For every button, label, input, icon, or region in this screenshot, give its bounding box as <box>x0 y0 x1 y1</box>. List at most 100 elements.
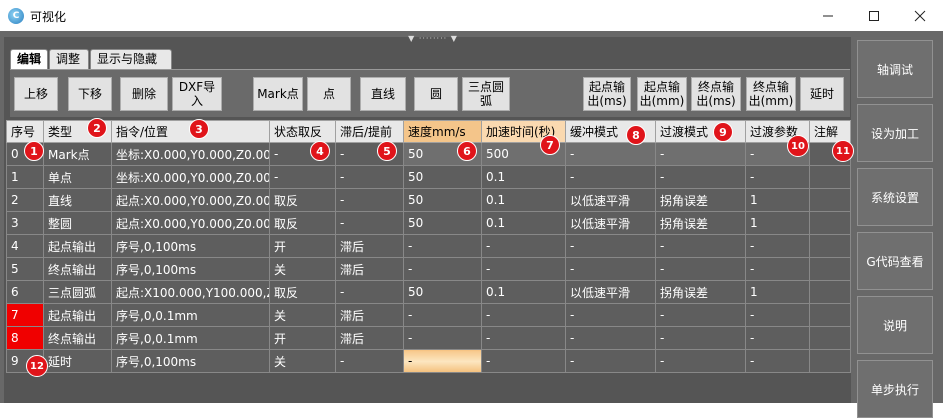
table-row[interactable]: 1 单点 坐标:X0.000,Y0.000,Z0.000- -50 0.1- - - <box>6 165 851 189</box>
table-cell[interactable]: - <box>565 257 656 281</box>
table-cell[interactable]: 开 <box>269 326 336 350</box>
table-cell[interactable]: 滞后 <box>335 326 404 350</box>
minimize-button[interactable] <box>805 0 851 31</box>
table-cell[interactable]: - <box>335 349 404 373</box>
table-cell[interactable]: - <box>565 326 656 350</box>
table-row[interactable]: 4 起点输出 序号,0,100ms 开滞后 - - - - - <box>6 234 851 258</box>
table-cell[interactable]: - <box>565 303 656 327</box>
table-cell[interactable]: - <box>655 303 746 327</box>
help-button[interactable]: 说明 <box>857 296 933 354</box>
table-cell[interactable] <box>809 234 851 258</box>
table-cell[interactable]: - <box>481 326 566 350</box>
table-cell[interactable]: - <box>655 326 746 350</box>
table-cell[interactable]: 1 <box>745 211 810 235</box>
col-header-index[interactable]: 序号 <box>6 120 44 143</box>
table-cell[interactable] <box>809 349 851 373</box>
table-cell[interactable]: 50 <box>403 211 482 235</box>
table-cell[interactable]: - <box>655 165 746 189</box>
table-row[interactable]: 5 终点输出 序号,0,100ms 关滞后 - - - - - <box>6 257 851 281</box>
move-up-button[interactable]: 上移 <box>14 77 58 111</box>
table-cell[interactable]: - <box>565 165 656 189</box>
close-button[interactable] <box>897 0 943 31</box>
table-cell[interactable]: - <box>745 349 810 373</box>
table-cell[interactable]: 拐角误差 <box>655 211 746 235</box>
table-row[interactable]: 8 终点输出 序号,0,0.1mm 开滞后 - - - - - <box>6 326 851 350</box>
table-cell[interactable]: 整圆 <box>43 211 112 235</box>
system-settings-button[interactable]: 系统设置 <box>857 168 933 226</box>
table-cell[interactable]: 50 <box>403 165 482 189</box>
table-cell[interactable]: 0.1 <box>481 188 566 212</box>
move-down-button[interactable]: 下移 <box>68 77 112 111</box>
table-cell[interactable]: 50 <box>403 188 482 212</box>
table-cell[interactable]: - <box>655 257 746 281</box>
table-cell[interactable]: 50 <box>403 280 482 304</box>
table-cell[interactable]: 7 <box>6 303 44 327</box>
table-cell[interactable]: 序号,0,0.1mm <box>111 326 270 350</box>
table-cell[interactable]: 4 <box>6 234 44 258</box>
table-cell[interactable]: 0.1 <box>481 280 566 304</box>
delay-button[interactable]: 延时 <box>800 77 844 111</box>
table-cell[interactable]: - <box>745 165 810 189</box>
table-cell[interactable]: 以低速平滑 <box>565 188 656 212</box>
table-cell[interactable]: - <box>335 280 404 304</box>
table-cell[interactable] <box>809 165 851 189</box>
table-cell[interactable]: 开 <box>269 234 336 258</box>
tab-adjust[interactable]: 调整 <box>49 49 89 69</box>
table-cell[interactable]: 关 <box>269 349 336 373</box>
table-cell[interactable] <box>809 188 851 212</box>
table-cell[interactable]: - <box>655 142 746 166</box>
table-cell[interactable]: 0.1 <box>481 211 566 235</box>
table-cell[interactable]: 序号,0,100ms <box>111 349 270 373</box>
table-cell[interactable]: 1 <box>6 165 44 189</box>
table-cell[interactable]: 起点输出 <box>43 303 112 327</box>
table-cell[interactable]: - <box>655 234 746 258</box>
axis-debug-button[interactable]: 轴调试 <box>857 40 933 98</box>
splitter-grip-icon[interactable]: ▼ ········ ▼ <box>400 35 466 44</box>
table-cell[interactable]: 起点:X0.000,Y0.000,Z0.000 <box>111 188 270 212</box>
table-cell[interactable]: 终点输出 <box>43 326 112 350</box>
set-process-button[interactable]: 设为加工 <box>857 104 933 162</box>
table-cell[interactable]: 关 <box>269 257 336 281</box>
table-cell[interactable]: 三点圆弧 <box>43 280 112 304</box>
table-cell[interactable]: 3 <box>6 211 44 235</box>
table-cell[interactable]: 取反 <box>269 211 336 235</box>
table-cell[interactable]: 起点:X0.000,Y0.000,Z0.000 <box>111 211 270 235</box>
single-step-button[interactable]: 单步执行 <box>857 360 933 418</box>
start-output-ms-button[interactable]: 起点输 出(ms) <box>583 77 631 111</box>
table-row[interactable]: 3 整圆 起点:X0.000,Y0.000,Z0.000 取反 -50 0.1 以低速平滑拐… <box>6 211 851 235</box>
table-cell[interactable]: - <box>481 349 566 373</box>
table-cell[interactable]: - <box>745 257 810 281</box>
table-cell[interactable]: 滞后 <box>335 234 404 258</box>
gcode-view-button[interactable]: G代码查看 <box>857 232 933 290</box>
line-button[interactable]: 直线 <box>360 77 406 111</box>
delete-button[interactable]: 删除 <box>120 77 168 111</box>
table-cell[interactable]: 5 <box>6 257 44 281</box>
table-cell[interactable]: 终点输出 <box>43 257 112 281</box>
table-cell[interactable]: - <box>745 326 810 350</box>
table-cell[interactable]: 取反 <box>269 280 336 304</box>
table-cell[interactable]: 以低速平滑 <box>565 211 656 235</box>
table-cell[interactable]: 滞后 <box>335 257 404 281</box>
table-cell[interactable]: 0.1 <box>481 165 566 189</box>
table-cell[interactable]: - <box>269 165 336 189</box>
table-cell[interactable]: - <box>335 188 404 212</box>
table-cell[interactable]: - <box>565 349 656 373</box>
point-button[interactable]: 点 <box>307 77 351 111</box>
table-cell[interactable]: 序号,0,100ms <box>111 234 270 258</box>
table-row[interactable]: 0 Mark点 坐标:X0.000,Y0.000,Z0.000- -50 500- - - <box>6 142 851 166</box>
table-cell[interactable]: 延时 <box>43 349 112 373</box>
table-cell[interactable]: 1 <box>745 188 810 212</box>
table-cell[interactable] <box>809 257 851 281</box>
table-cell[interactable]: 拐角误差 <box>655 188 746 212</box>
table-cell[interactable]: - <box>481 257 566 281</box>
table-cell[interactable]: 关 <box>269 303 336 327</box>
table-row[interactable]: 9 延时 序号,0,100ms 关 - - - - - - <box>6 349 851 373</box>
table-cell[interactable]: 单点 <box>43 165 112 189</box>
table-cell[interactable]: - <box>745 303 810 327</box>
table-cell[interactable]: 拐角误差 <box>655 280 746 304</box>
table-cell[interactable]: 取反 <box>269 188 336 212</box>
table-row[interactable]: 2 直线 起点:X0.000,Y0.000,Z0.000 取反 -50 0.1 以低速平滑拐… <box>6 188 851 212</box>
table-cell[interactable]: 2 <box>6 188 44 212</box>
table-cell[interactable]: 坐标:X0.000,Y0.000,Z0.000 <box>111 142 270 166</box>
table-cell[interactable]: - <box>335 165 404 189</box>
